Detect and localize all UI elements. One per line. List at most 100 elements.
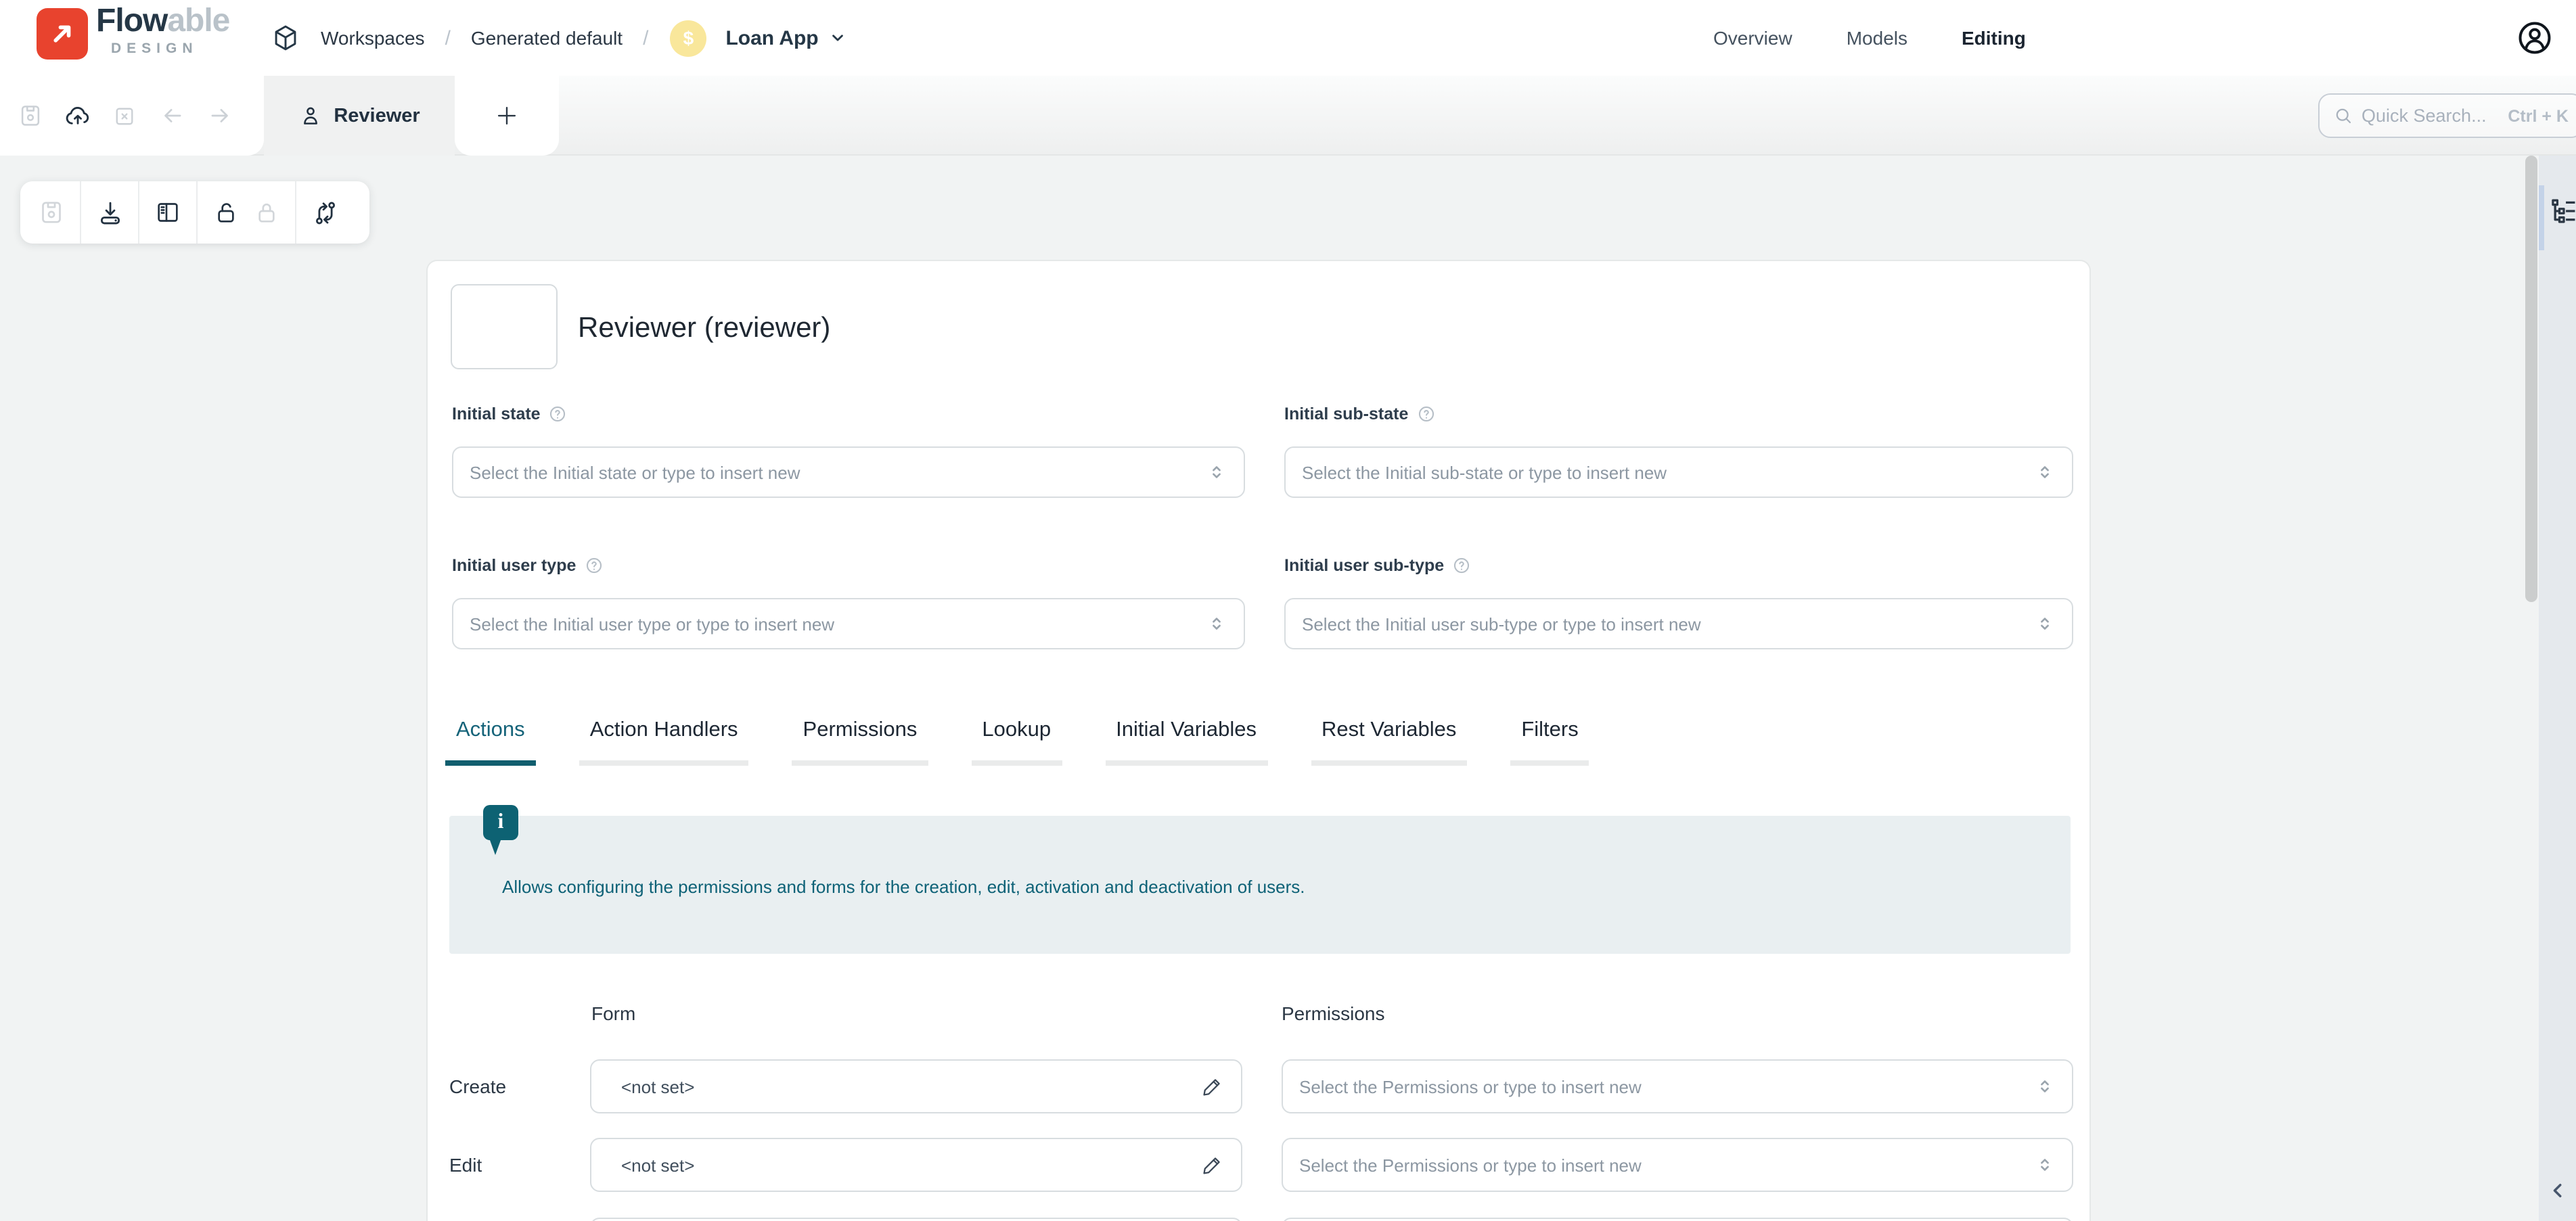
updown-chevrons-icon <box>2034 1076 2056 1097</box>
initial-user-type-select[interactable]: Select the Initial user type or type to … <box>452 598 1245 649</box>
question-circle-icon[interactable] <box>549 405 568 423</box>
nav-models[interactable]: Models <box>1847 27 1907 49</box>
form-value: <not set> <box>621 1155 1200 1175</box>
initial-sub-state-select[interactable]: Select the Initial sub-state or type to … <box>1284 446 2073 498</box>
form-value: <not set> <box>621 1076 1200 1097</box>
updown-chevrons-icon <box>2034 1154 2056 1176</box>
edit-permissions-select[interactable]: Select the Permissions or type to insert… <box>1282 1138 2073 1192</box>
row-label-edit: Edit <box>449 1154 482 1176</box>
plus-icon <box>494 103 520 129</box>
cloud-upload-icon[interactable] <box>60 98 95 133</box>
create-permissions-select[interactable]: Select the Permissions or type to insert… <box>1282 1059 2073 1113</box>
field-label: Initial state <box>452 405 541 423</box>
user-icon <box>298 104 321 127</box>
field-label: Initial sub-state <box>1284 405 1408 423</box>
model-tree-icon[interactable] <box>2548 196 2576 227</box>
field-initial-sub-state: Initial sub-state Select the Initial sub… <box>1284 405 2073 423</box>
field-initial-user-sub-type: Initial user sub-type Select the Initial… <box>1284 556 2073 575</box>
initial-state-select[interactable]: Select the Initial state or type to inse… <box>452 446 1245 498</box>
updown-chevrons-icon <box>1206 461 1227 483</box>
partial-permissions-select[interactable] <box>1282 1218 2073 1221</box>
compare-icon[interactable] <box>304 181 345 244</box>
canvas-toolbar <box>20 181 369 244</box>
chevron-left-icon <box>2547 1180 2569 1201</box>
close-square-icon[interactable] <box>107 98 142 133</box>
breadcrumb-workspaces[interactable]: Workspaces <box>321 27 425 49</box>
edit-form-field[interactable]: <not set> <box>590 1138 1242 1192</box>
tab-filters[interactable]: Filters <box>1510 716 1589 766</box>
nav-overview[interactable]: Overview <box>1713 27 1792 49</box>
unlock-icon[interactable] <box>206 181 246 244</box>
partial-form-field[interactable] <box>590 1218 1242 1221</box>
tab-reviewer[interactable]: Reviewer <box>264 76 455 156</box>
add-tab-button[interactable] <box>494 103 520 129</box>
download-icon[interactable] <box>89 181 130 244</box>
chevron-down-icon[interactable] <box>828 28 847 47</box>
editor-tabs: Actions Action Handlers Permissions Look… <box>445 716 1589 766</box>
toolbar-divider <box>80 181 81 244</box>
question-circle-icon[interactable] <box>584 556 603 575</box>
pencil-icon[interactable] <box>1200 1153 1225 1177</box>
app-window: Flowable DESIGN Workspaces / Generated d… <box>0 0 2576 1221</box>
breadcrumb-app-name[interactable]: Loan App <box>725 26 818 49</box>
tab-initial-variables[interactable]: Initial Variables <box>1105 716 1267 766</box>
workspace-package-icon <box>271 23 300 53</box>
tab-actions[interactable]: Actions <box>445 716 536 766</box>
tab-permissions[interactable]: Permissions <box>792 716 928 766</box>
updown-chevrons-icon <box>2034 613 2056 635</box>
quick-search: Ctrl + K <box>2318 93 2576 138</box>
column-header-form: Form <box>591 1003 635 1024</box>
quick-search-input[interactable] <box>2359 104 2500 127</box>
updown-chevrons-icon <box>1206 613 1227 635</box>
toolbar-divider <box>295 181 296 244</box>
question-circle-icon[interactable] <box>1452 556 1471 575</box>
flowable-logo-icon <box>37 8 88 60</box>
scrollbar[interactable] <box>2525 156 2537 602</box>
breadcrumb-separator: / <box>643 26 648 49</box>
tab-lookup[interactable]: Lookup <box>971 716 1062 766</box>
flowable-logo[interactable]: Flowable DESIGN <box>37 5 229 60</box>
panel-active-indicator <box>2539 185 2544 250</box>
add-tab-area <box>455 76 559 156</box>
tab-rest-variables[interactable]: Rest Variables <box>1311 716 1467 766</box>
field-initial-user-type: Initial user type Select the Initial use… <box>452 556 1245 575</box>
right-panel <box>2539 156 2576 1221</box>
info-message: Allows configuring the permissions and f… <box>502 877 1305 897</box>
field-label: Initial user sub-type <box>1284 556 1444 575</box>
info-banner: i Allows configuring the permissions and… <box>449 816 2071 954</box>
app-badge-icon: $ <box>670 20 706 56</box>
tab-action-handlers[interactable]: Action Handlers <box>579 716 749 766</box>
redo-arrow-right-icon[interactable] <box>202 98 237 133</box>
info-bubble-icon: i <box>483 805 518 840</box>
model-editor-card: Reviewer (reviewer) Initial state Select… <box>426 260 2091 1221</box>
breadcrumb-folder[interactable]: Generated default <box>471 27 623 49</box>
brand-wordmark: Flowable <box>96 5 229 38</box>
breadcrumb: Workspaces / Generated default / $ Loan … <box>271 0 847 76</box>
field-initial-state: Initial state Select the Initial state o… <box>452 405 1245 423</box>
page-title: Reviewer (reviewer) <box>578 310 830 348</box>
save-icon[interactable] <box>12 98 47 133</box>
updown-chevrons-icon <box>2034 461 2056 483</box>
question-circle-icon[interactable] <box>1416 405 1435 423</box>
search-icon <box>2333 106 2353 126</box>
tab-bar: Reviewer Ctrl + K <box>0 76 2576 156</box>
user-avatar[interactable] <box>2516 19 2554 57</box>
model-image-placeholder[interactable] <box>451 284 558 369</box>
save-icon[interactable] <box>31 181 72 244</box>
brand-subtitle: DESIGN <box>96 42 229 56</box>
toolbar-divider <box>138 181 139 244</box>
initial-user-sub-type-select[interactable]: Select the Initial user sub-type or type… <box>1284 598 2073 649</box>
undo-arrow-left-icon[interactable] <box>154 98 189 133</box>
split-panel-icon[interactable] <box>148 181 188 244</box>
breadcrumb-separator: / <box>445 26 451 49</box>
pencil-icon[interactable] <box>1200 1074 1225 1099</box>
lock-icon[interactable] <box>246 181 287 244</box>
toolbar-divider <box>196 181 198 244</box>
main-nav: Overview Models Editing <box>1713 0 2026 76</box>
create-form-field[interactable]: <not set> <box>590 1059 1242 1113</box>
tab-label: Reviewer <box>334 105 420 126</box>
column-header-permissions: Permissions <box>1282 1003 1385 1024</box>
nav-editing[interactable]: Editing <box>1962 27 2026 49</box>
collapse-panel-button[interactable] <box>2547 1180 2569 1201</box>
search-shortcut-hint: Ctrl + K <box>2508 106 2569 125</box>
